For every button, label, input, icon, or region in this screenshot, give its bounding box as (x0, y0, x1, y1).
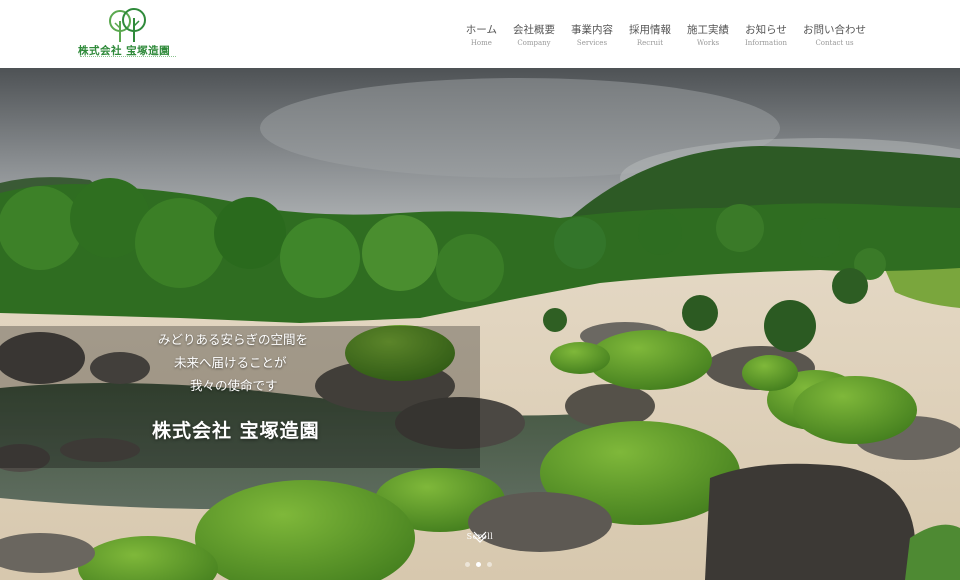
nav-information[interactable]: お知らせ Information (737, 24, 795, 48)
tree-logo-icon (109, 8, 146, 42)
nav-contact[interactable]: お問い合わせ Contact us (795, 24, 874, 48)
nav-label: ホーム (465, 24, 497, 36)
nav-label: お問い合わせ (803, 24, 866, 36)
nav-home[interactable]: ホーム Home (458, 24, 505, 48)
nav-sublabel: Information (744, 39, 787, 47)
slider-dots (465, 562, 492, 567)
nav-label: お知らせ (745, 24, 787, 36)
main-nav: ホーム Home 会社概要 Company 事業内容 Services 採用情報… (458, 24, 874, 48)
slider-dot-1[interactable] (465, 562, 470, 567)
nav-sublabel: Contact us (815, 39, 854, 47)
nav-sublabel: Recruit (636, 39, 664, 47)
nav-recruit[interactable]: 採用情報 Recruit (621, 24, 679, 48)
slider-dot-2[interactable] (476, 562, 481, 567)
hero-company-name: 株式会社 宝塚造園 (152, 420, 320, 442)
nav-company[interactable]: 会社概要 Company (505, 24, 563, 48)
nav-label: 施工実績 (686, 24, 729, 36)
tagline-line-2: 未来へ届けることが (174, 355, 287, 370)
tagline-line-3: 我々の使命です (190, 378, 278, 393)
nav-works[interactable]: 施工実績 Works (679, 24, 737, 48)
site-header: 株式会社 宝塚造園 ホーム Home 会社概要 Company 事業内容 Ser… (0, 0, 960, 68)
nav-sublabel: Company (517, 39, 551, 47)
logo[interactable]: 株式会社 宝塚造園 (78, 8, 188, 60)
nav-label: 会社概要 (512, 24, 555, 36)
logo-underline (80, 56, 176, 59)
nav-sublabel: Works (696, 39, 720, 47)
scroll-indicator[interactable]: Scroll (462, 530, 498, 543)
nav-label: 採用情報 (628, 24, 671, 36)
tagline-line-1: みどりある安らぎの空間を (158, 332, 309, 347)
nav-sublabel: Home (470, 39, 492, 47)
hero-tagline: みどりある安らぎの空間を 未来へ届けることが 我々の使命です (158, 328, 358, 397)
nav-sublabel: Services (576, 39, 608, 47)
hero-slider: みどりある安らぎの空間を 未来へ届けることが 我々の使命です 株式会社 宝塚造園… (0, 68, 960, 580)
nav-label: 事業内容 (570, 24, 613, 36)
nav-services[interactable]: 事業内容 Services (563, 24, 621, 48)
garden-hero-image (0, 68, 960, 580)
slider-dot-3[interactable] (487, 562, 492, 567)
chevron-down-icon (473, 531, 487, 543)
